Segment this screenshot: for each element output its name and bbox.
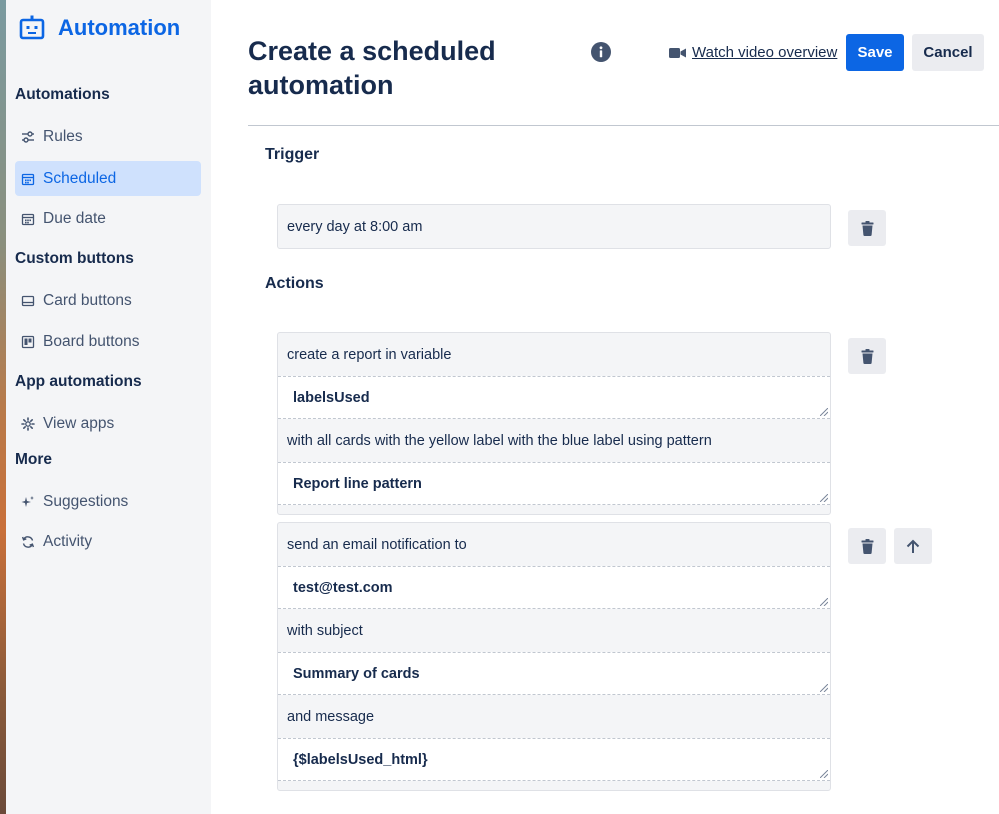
sidebar-item-due-date[interactable]: Due date xyxy=(15,201,201,236)
gear-icon xyxy=(21,416,35,431)
sidebar-item-label: View apps xyxy=(43,414,115,432)
sidebar-item-label: Scheduled xyxy=(43,169,117,187)
trash-icon xyxy=(861,538,873,554)
page-title: Create a scheduled automation xyxy=(248,36,496,100)
sidebar-item-label: Suggestions xyxy=(43,492,129,510)
delete-action-button[interactable] xyxy=(848,338,886,374)
sidebar-item-label: Rules xyxy=(43,127,83,145)
actions-heading: Actions xyxy=(265,275,324,292)
resize-handle-icon[interactable] xyxy=(820,598,828,606)
action-box-email: send an email notification to test@test.… xyxy=(277,522,831,791)
trash-icon xyxy=(861,220,873,236)
watch-video-link[interactable]: Watch video overview xyxy=(669,44,837,61)
email-message-field[interactable]: {$labelsUsed_html} xyxy=(278,738,830,781)
sidebar-item-view-apps[interactable]: View apps xyxy=(15,406,201,441)
save-button[interactable]: Save xyxy=(846,34,904,71)
field-value: Summary of cards xyxy=(293,665,420,682)
calendar-icon xyxy=(21,213,35,225)
action-text: with all cards with the yellow label wit… xyxy=(287,432,712,449)
main-content: Create a scheduled automation Watch vide… xyxy=(211,0,999,814)
field-value: test@test.com xyxy=(293,579,393,596)
action-text: with subject xyxy=(287,622,363,639)
resize-handle-icon[interactable] xyxy=(820,408,828,416)
arrow-up-icon xyxy=(906,539,920,553)
sidebar-item-scheduled[interactable]: Scheduled xyxy=(15,161,201,196)
header-divider xyxy=(248,125,999,126)
sidebar-item-label: Card buttons xyxy=(43,291,132,309)
watch-video-label: Watch video overview xyxy=(692,44,838,61)
action-text: send an email notification to xyxy=(287,536,467,553)
trash-icon xyxy=(861,348,873,364)
sparkle-icon xyxy=(21,495,34,507)
sidebar-item-activity[interactable]: Activity xyxy=(15,524,201,559)
action-box-report: create a report in variable labelsUsed w… xyxy=(277,332,831,515)
resize-handle-icon[interactable] xyxy=(820,770,828,778)
section-heading-app-automations: App automations xyxy=(15,373,142,390)
resize-handle-icon[interactable] xyxy=(820,684,828,692)
trigger-box[interactable]: every day at 8:00 am xyxy=(277,204,831,249)
sidebar-item-label: Board buttons xyxy=(43,332,140,350)
variable-name-field[interactable]: labelsUsed xyxy=(278,376,830,419)
calendar-icon xyxy=(21,173,35,185)
trigger-text: every day at 8:00 am xyxy=(287,218,423,235)
email-recipient-field[interactable]: test@test.com xyxy=(278,566,830,609)
robot-icon xyxy=(19,15,45,40)
email-subject-field[interactable]: Summary of cards xyxy=(278,652,830,695)
sidebar-item-label: Activity xyxy=(43,532,93,550)
cancel-button[interactable]: Cancel xyxy=(912,34,984,71)
action-text: create a report in variable xyxy=(287,346,452,363)
section-heading-custom-buttons: Custom buttons xyxy=(15,250,134,267)
trigger-heading: Trigger xyxy=(265,146,320,163)
sliders-icon xyxy=(22,130,34,143)
action-text: and message xyxy=(287,708,375,725)
section-heading-more: More xyxy=(15,451,53,468)
info-icon[interactable] xyxy=(591,42,611,62)
move-action-up-button[interactable] xyxy=(894,528,932,564)
sidebar-item-board-buttons[interactable]: Board buttons xyxy=(15,324,201,359)
refresh-icon xyxy=(21,535,35,548)
sidebar-item-rules[interactable]: Rules xyxy=(15,119,201,154)
sidebar-item-label: Due date xyxy=(43,209,106,227)
report-pattern-field[interactable]: Report line pattern xyxy=(278,462,830,505)
board-icon xyxy=(21,335,35,348)
brand: Automation xyxy=(18,14,180,42)
field-value: labelsUsed xyxy=(293,389,370,406)
brand-title: Automation xyxy=(58,15,181,40)
field-value: {$labelsUsed_html} xyxy=(293,751,428,768)
section-heading-automations: Automations xyxy=(15,86,110,103)
resize-handle-icon[interactable] xyxy=(820,494,828,502)
sidebar-item-suggestions[interactable]: Suggestions xyxy=(15,484,201,519)
sidebar: Automation Automations Rules Scheduled D… xyxy=(6,0,211,814)
delete-trigger-button[interactable] xyxy=(848,210,886,246)
video-camera-icon xyxy=(669,47,686,58)
delete-action-button[interactable] xyxy=(848,528,886,564)
card-icon xyxy=(21,295,35,306)
field-value: Report line pattern xyxy=(293,475,422,492)
sidebar-item-card-buttons[interactable]: Card buttons xyxy=(15,283,201,318)
